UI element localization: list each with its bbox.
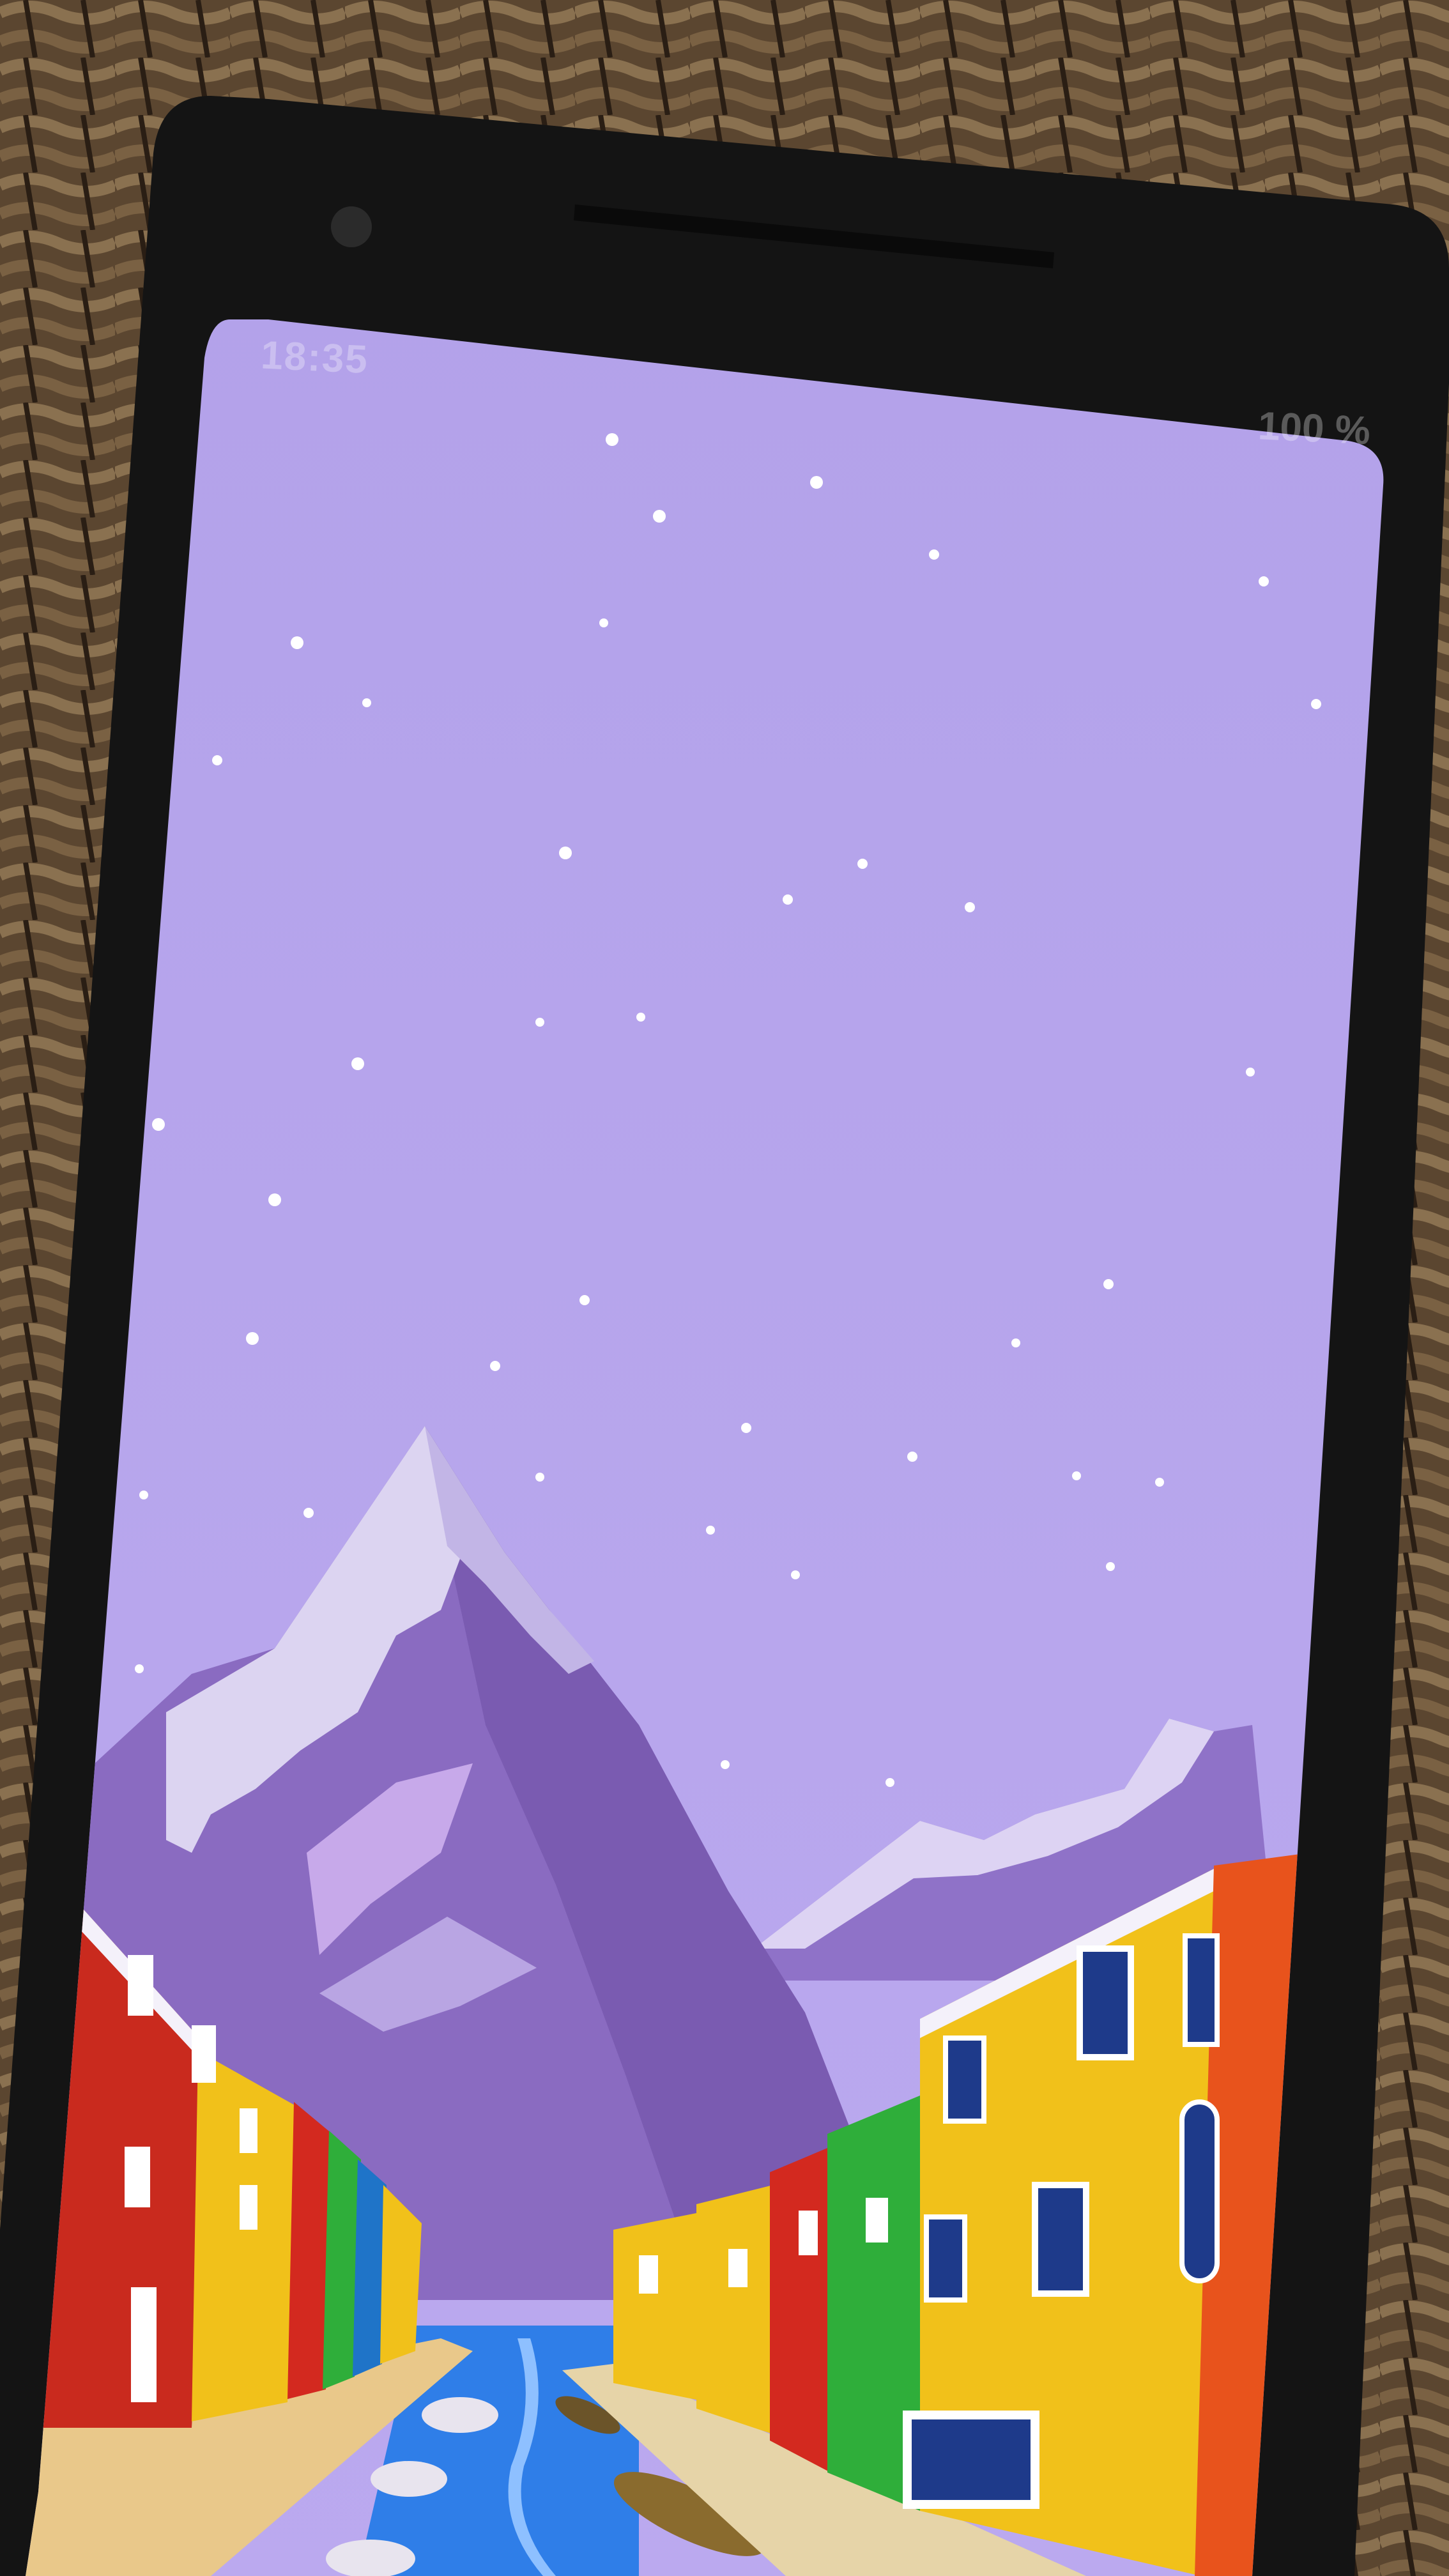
photo-scene	[0, 0, 1449, 2576]
moored-boat	[371, 2461, 447, 2497]
moored-boat	[422, 2397, 498, 2433]
phone-screen	[26, 319, 1384, 2576]
front-camera	[331, 206, 372, 247]
